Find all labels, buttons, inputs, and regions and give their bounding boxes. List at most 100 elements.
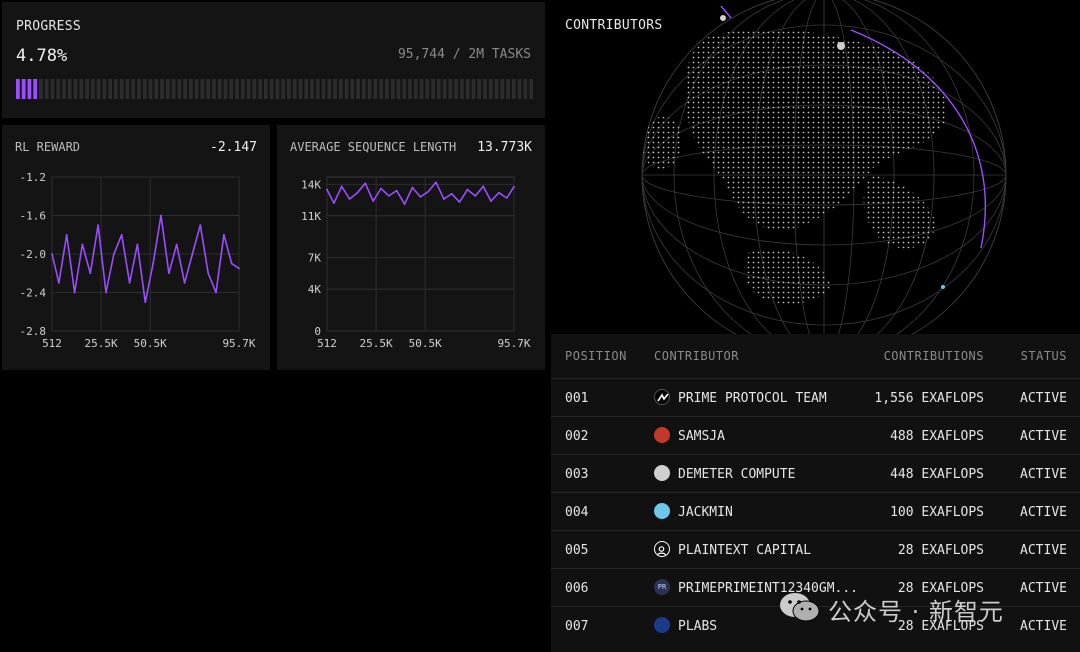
progress-segment — [44, 79, 49, 99]
progress-segment — [212, 79, 216, 99]
data-point — [380, 187, 382, 190]
data-point — [427, 190, 430, 193]
contribution-amount: 28 EXAFLOPS — [897, 543, 984, 558]
progress-segment — [465, 79, 470, 99]
rl-reward-panel: RL REWARD -2.147 -1.2 -1.6 -2.0 -2.4 -2.8 512… — [2, 125, 270, 370]
rl-reward-title: RL REWARD — [15, 140, 81, 154]
x-tick-label: 95.7K — [497, 337, 530, 350]
contributors-globe[interactable]: CONTRIBUTORS — [551, 0, 1080, 334]
progress-segment — [263, 79, 268, 99]
progress-segment-filled — [21, 79, 26, 99]
progress-segment — [310, 79, 314, 99]
progress-segment — [431, 79, 435, 99]
progress-segment — [108, 79, 113, 99]
row-position: 004 — [565, 505, 589, 520]
contribution-amount: 100 EXAFLOPS — [890, 505, 984, 520]
header-contributions[interactable]: CONTRIBUTIONS — [884, 349, 984, 363]
table-row[interactable]: 004 JACKMIN 100 EXAFLOPS ACTIVE — [551, 492, 1080, 531]
x-tick-label: 512 — [42, 337, 62, 350]
data-point — [497, 191, 500, 194]
progress-segment — [114, 79, 118, 99]
y-tick-label: 7K — [308, 252, 322, 265]
contributor-name[interactable]: PLAINTEXT CAPITAL — [678, 543, 811, 558]
progress-segment — [96, 79, 101, 99]
contributor-name[interactable]: JACKMIN — [678, 505, 733, 520]
progress-segment — [321, 79, 326, 99]
progress-segment — [287, 79, 291, 99]
progress-segment — [79, 79, 84, 99]
progress-segment — [408, 79, 412, 99]
progress-segment — [258, 79, 262, 99]
progress-segment — [229, 79, 234, 99]
progress-segment — [483, 79, 487, 99]
progress-segment — [356, 79, 360, 99]
progress-percent: 4.78% — [16, 46, 68, 66]
status-badge: ACTIVE — [1020, 543, 1067, 558]
progress-segment — [425, 79, 430, 99]
progress-segment — [413, 79, 418, 99]
table-row[interactable]: 003 DEMETER COMPUTE 448 EXAFLOPS ACTIVE — [551, 454, 1080, 493]
data-point — [340, 185, 343, 188]
table-row[interactable]: 002 SAMSJA 488 EXAFLOPS ACTIVE — [551, 416, 1080, 455]
progress-bar — [16, 79, 533, 99]
y-tick-label: -1.2 — [20, 171, 47, 184]
progress-segment — [235, 79, 239, 99]
rl-reward-value: -2.147 — [210, 140, 257, 155]
progress-segment — [385, 79, 389, 99]
data-point — [490, 200, 492, 202]
progress-segment — [379, 79, 384, 99]
data-point — [474, 194, 477, 197]
progress-segment — [281, 79, 286, 99]
contributor-name[interactable]: SAMSJA — [678, 429, 725, 444]
sequence-length-title: AVERAGE SEQUENCE LENGTH — [290, 140, 457, 154]
data-point — [207, 272, 210, 275]
progress-segment — [85, 79, 89, 99]
data-point — [65, 233, 68, 236]
contributor-name[interactable]: PLABS — [678, 619, 717, 634]
watermark-text: 公众号 · 新智元 — [828, 598, 1004, 626]
row-position: 006 — [565, 581, 589, 596]
progress-segment — [67, 79, 72, 99]
table-row[interactable]: 001 PRIME PROTOCOL TEAM 1,556 EXAFLOPS ACTI… — [551, 378, 1080, 417]
progress-segment — [315, 79, 320, 99]
contributor-name[interactable]: PRIME PROTOCOL TEAM — [678, 391, 827, 406]
progress-segment — [500, 79, 505, 99]
data-point — [458, 201, 461, 204]
progress-segment — [442, 79, 447, 99]
wechat-icon — [780, 593, 820, 622]
row-position: 007 — [565, 619, 589, 634]
data-point — [191, 253, 194, 255]
data-point — [144, 301, 147, 304]
data-point — [51, 253, 53, 255]
progress-segment — [275, 79, 280, 99]
header-status[interactable]: STATUS — [1021, 349, 1067, 363]
x-tick-label: 25.5K — [360, 337, 393, 350]
data-point — [364, 182, 367, 185]
progress-segment — [460, 79, 464, 99]
progress-segment — [298, 79, 303, 99]
progress-segment — [436, 79, 441, 99]
header-position[interactable]: POSITION — [565, 349, 627, 363]
table-row[interactable]: 005 PLAINTEXT CAPITAL 28 EXAFLOPS ACTIVE — [551, 530, 1080, 569]
contributor-name[interactable]: DEMETER COMPUTE — [678, 467, 795, 482]
progress-segment — [39, 79, 43, 99]
data-point — [450, 192, 453, 195]
progress-segment — [171, 79, 176, 99]
data-point — [57, 281, 60, 284]
y-tick-label: -2.0 — [20, 248, 47, 261]
progress-segment — [327, 79, 332, 99]
progress-segment — [90, 79, 95, 99]
data-point — [326, 188, 328, 191]
sequence-length-value: 13.773K — [477, 140, 532, 155]
data-point — [411, 186, 414, 189]
progress-segment — [344, 79, 349, 99]
prime-logo-icon — [654, 389, 670, 405]
data-point — [356, 191, 359, 194]
header-contributor[interactable]: CONTRIBUTOR — [654, 349, 739, 363]
progress-segment — [517, 79, 522, 99]
progress-segment — [523, 79, 528, 99]
x-tick-label: 25.5K — [85, 337, 118, 350]
progress-segment — [448, 79, 453, 99]
progress-segment — [154, 79, 159, 99]
progress-segment — [183, 79, 187, 99]
